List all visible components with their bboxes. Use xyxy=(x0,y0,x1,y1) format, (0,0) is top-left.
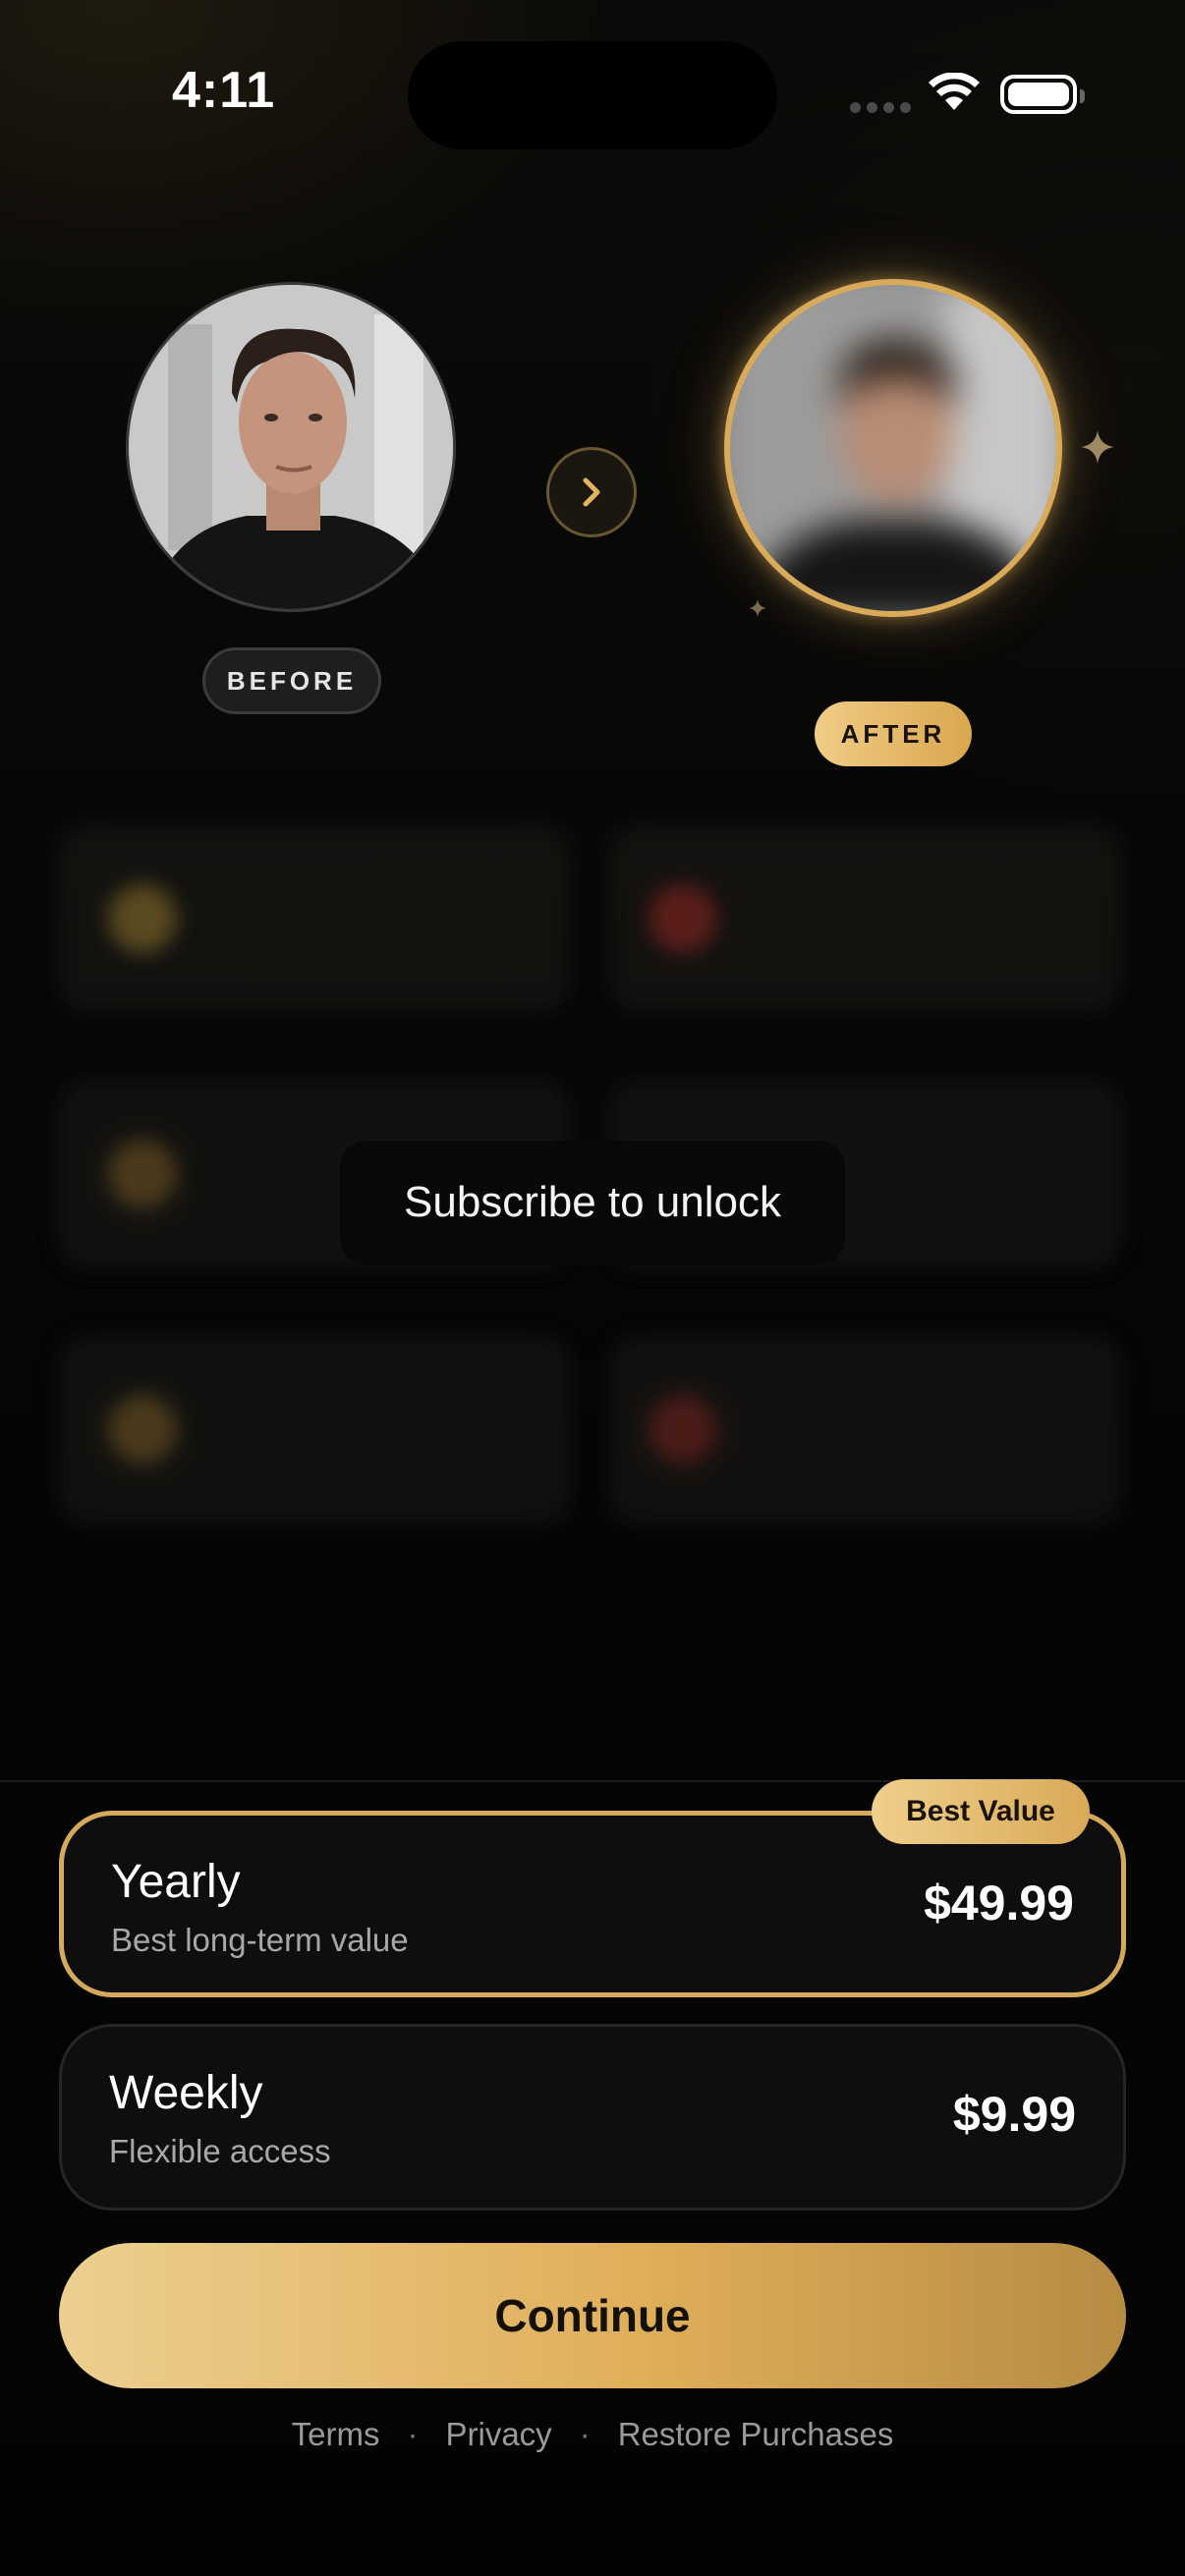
restore-purchases-link[interactable]: Restore Purchases xyxy=(618,2416,894,2453)
before-photo xyxy=(126,282,456,612)
chevron-right-icon xyxy=(546,447,637,537)
terms-link[interactable]: Terms xyxy=(292,2416,380,2453)
wifi-icon xyxy=(929,73,980,110)
plan-price: $9.99 xyxy=(952,2087,1076,2142)
subscribe-to-unlock-message: Subscribe to unlock xyxy=(340,1141,845,1264)
before-label: BEFORE xyxy=(202,647,381,714)
plan-weekly[interactable]: Weekly Flexible access $9.99 xyxy=(59,2024,1126,2211)
dynamic-island xyxy=(408,41,777,149)
status-time: 4:11 xyxy=(172,62,276,119)
after-photo-blurred xyxy=(724,279,1062,617)
footer-links: Terms · Privacy · Restore Purchases xyxy=(0,2416,1185,2453)
best-value-badge: Best Value xyxy=(872,1779,1090,1844)
privacy-link[interactable]: Privacy xyxy=(446,2416,552,2453)
after-label: AFTER xyxy=(815,701,972,766)
plan-name: Yearly xyxy=(111,1856,241,1908)
sparkle-icon xyxy=(749,599,766,617)
plan-price: $49.99 xyxy=(924,1876,1074,1931)
separator: · xyxy=(407,2416,419,2452)
plan-subtitle: Flexible access xyxy=(109,2133,331,2169)
plan-name: Weekly xyxy=(109,2067,263,2119)
separator: · xyxy=(579,2416,591,2452)
battery-icon xyxy=(1000,75,1085,114)
sparkle-icon xyxy=(1081,430,1114,464)
plan-subtitle: Best long-term value xyxy=(111,1922,409,1958)
signal-icon xyxy=(850,102,911,113)
continue-button[interactable]: Continue xyxy=(59,2243,1126,2388)
